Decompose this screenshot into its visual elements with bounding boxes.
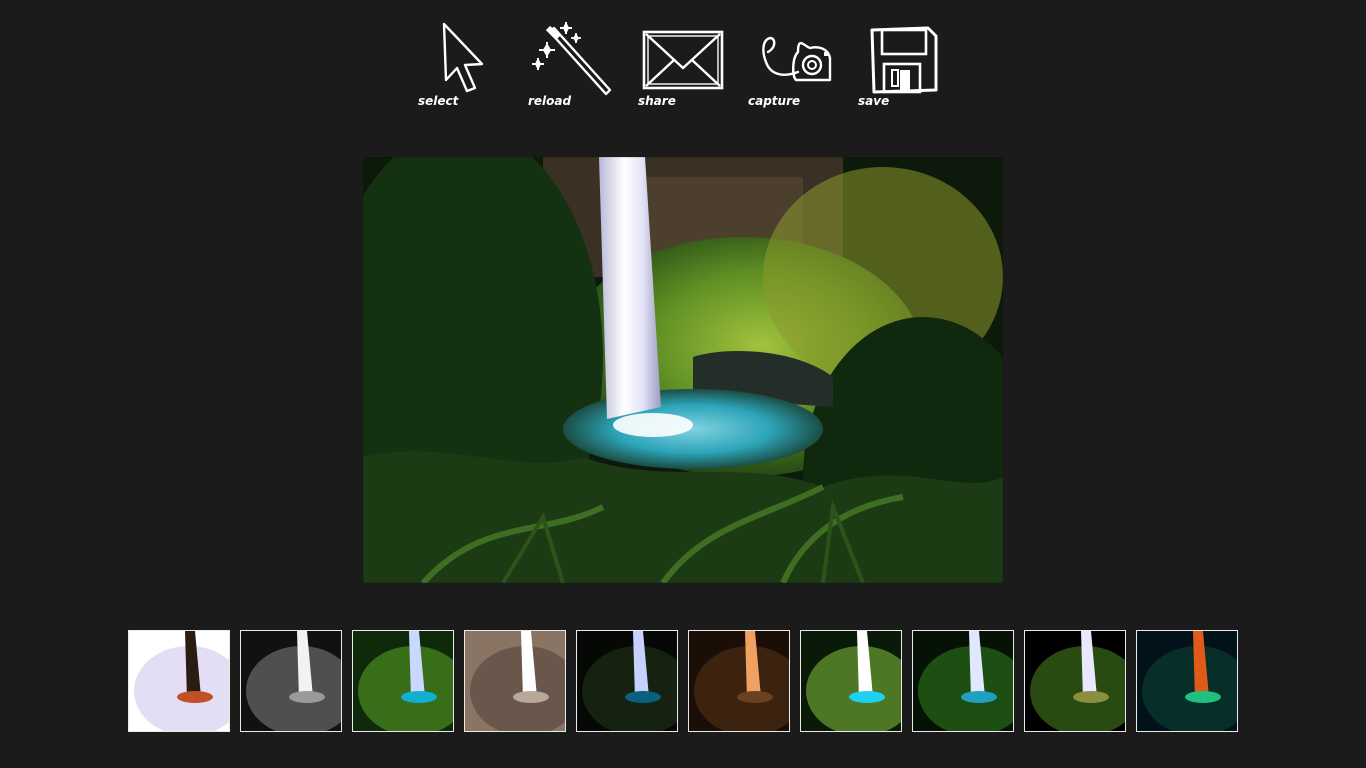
share-label: share (638, 94, 676, 108)
filter-thumb-5[interactable] (576, 630, 678, 732)
select-label: select (418, 94, 459, 108)
filter-thumb-image (465, 631, 565, 731)
filter-thumb-7[interactable] (800, 630, 902, 732)
waterfall-photo (363, 157, 1003, 583)
magic-wand-icon (532, 21, 612, 96)
filter-thumb-image (241, 631, 341, 731)
reload-button[interactable]: reload (528, 18, 628, 113)
filter-thumb-10[interactable] (1136, 630, 1238, 732)
save-label: save (858, 94, 890, 108)
filter-thumb-image (353, 631, 453, 731)
filter-thumb-1[interactable] (128, 630, 230, 732)
main-photo (363, 157, 1003, 583)
filter-thumbnail-strip (0, 630, 1366, 732)
filter-thumb-image (1137, 631, 1237, 731)
filter-thumb-8[interactable] (912, 630, 1014, 732)
filter-thumb-image (801, 631, 901, 731)
filter-thumb-4[interactable] (464, 630, 566, 732)
capture-label: capture (748, 94, 801, 108)
filter-thumb-image (689, 631, 789, 731)
share-button[interactable]: share (638, 18, 738, 113)
cursor-arrow-icon (442, 22, 484, 93)
filter-thumb-image (129, 631, 229, 731)
filter-thumb-image (913, 631, 1013, 731)
filter-thumb-3[interactable] (352, 630, 454, 732)
filter-thumb-6[interactable] (688, 630, 790, 732)
envelope-icon (642, 30, 724, 90)
floppy-disk-icon (870, 26, 938, 94)
capture-button[interactable]: capture (748, 18, 848, 113)
save-button[interactable]: save (858, 18, 958, 113)
filter-thumb-image (1025, 631, 1125, 731)
filter-thumb-2[interactable] (240, 630, 342, 732)
select-button[interactable]: select (418, 18, 518, 113)
app-toolbar: select reload share capture save (0, 0, 1366, 120)
reload-label: reload (528, 94, 572, 108)
filter-thumb-image (577, 631, 677, 731)
camera-icon (762, 36, 832, 82)
filter-thumb-9[interactable] (1024, 630, 1126, 732)
